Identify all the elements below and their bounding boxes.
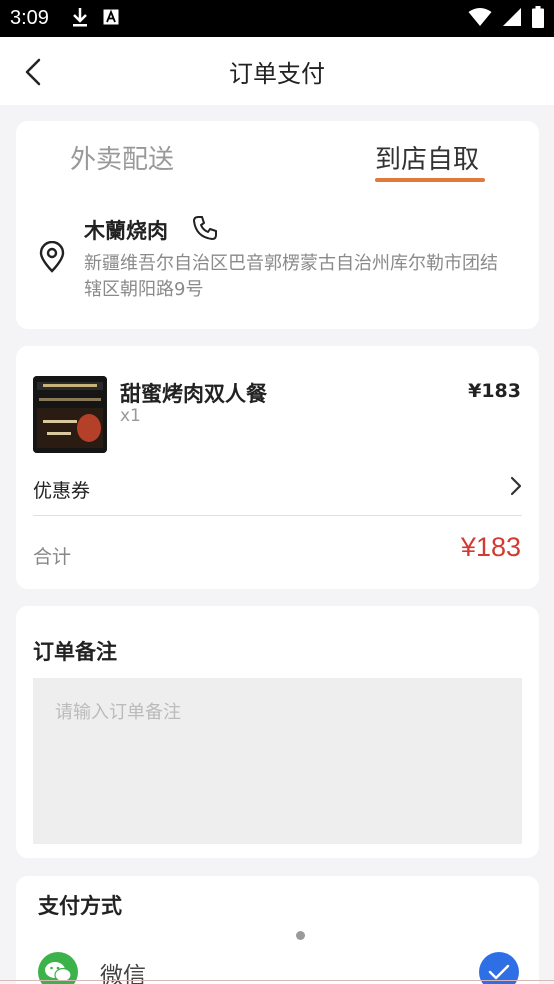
- remark-card: 订单备注: [16, 606, 539, 858]
- order-card: 甜蜜烤肉双人餐 x1 ¥183 优惠券 合计 ¥183: [16, 346, 539, 589]
- phone-icon[interactable]: [192, 215, 218, 245]
- remark-input[interactable]: [33, 678, 522, 844]
- active-tab-indicator: [375, 178, 485, 182]
- store-name: 木蘭烧肉: [84, 219, 168, 243]
- product-thumbnail: [33, 376, 107, 453]
- total-label: 合计: [33, 546, 72, 568]
- app-header: 订单支付: [0, 37, 554, 105]
- scroll-indicator: [296, 931, 305, 940]
- download-icon: [71, 7, 89, 31]
- coupon-row[interactable]: 优惠券: [33, 464, 522, 516]
- tab-delivery[interactable]: 外卖配送: [70, 139, 174, 176]
- chevron-left-icon: [25, 58, 41, 86]
- delivery-card: 外卖配送 到店自取 木蘭烧肉 新疆维吾尔自治区巴音郭楞蒙古自治州库尔勒市团结辖区…: [16, 121, 539, 329]
- location-pin-icon: [38, 240, 66, 277]
- back-button[interactable]: [18, 57, 48, 87]
- payment-option-wechat[interactable]: 微信: [16, 942, 539, 984]
- wifi-icon: [468, 7, 492, 31]
- status-bar: 3:09: [0, 0, 554, 37]
- coupon-label: 优惠券: [33, 480, 91, 502]
- remark-title: 订单备注: [33, 640, 117, 664]
- product-quantity: x1: [120, 406, 141, 426]
- bottom-divider: [0, 980, 554, 981]
- payment-card: 支付方式 微信: [16, 876, 539, 984]
- product-name: 甜蜜烤肉双人餐: [120, 382, 267, 406]
- page-title: 订单支付: [229, 59, 325, 88]
- font-icon: [103, 9, 119, 29]
- battery-icon: [532, 5, 544, 32]
- total-amount: ¥183: [460, 532, 521, 562]
- tab-pickup[interactable]: 到店自取: [375, 139, 479, 176]
- store-address: 新疆维吾尔自治区巴音郭楞蒙古自治州库尔勒市团结辖区朝阳路9号: [84, 253, 498, 300]
- signal-icon: [502, 7, 522, 31]
- product-price: ¥183: [468, 380, 521, 402]
- chevron-right-icon: [510, 476, 522, 500]
- status-time: 3:09: [10, 7, 49, 29]
- notification-icons: [71, 7, 119, 31]
- system-icons: [468, 5, 544, 32]
- payment-title: 支付方式: [38, 894, 122, 918]
